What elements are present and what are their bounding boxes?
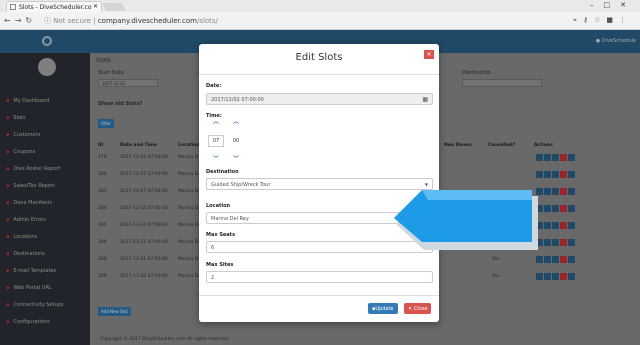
new-tab-button[interactable]	[102, 3, 126, 11]
max-sites-label: Max Sites	[206, 262, 234, 268]
max-sites-input[interactable]: 2	[206, 271, 433, 283]
destination-value: Guided Ship/Wreck Tour	[211, 182, 271, 188]
max-seats-label: Max Seats	[206, 232, 236, 238]
edit-slots-modal: Edit Slots ✕ Date: 2017/12/02 07:00:00 ▦…	[199, 44, 439, 322]
page-icon	[10, 4, 16, 10]
extension-icon[interactable]: ■	[606, 16, 619, 24]
url-host: company.divescheduler.com	[97, 17, 197, 25]
tab-title: Slots - DiveScheduler.co	[19, 4, 92, 11]
location-label: Location	[206, 203, 231, 209]
hour-up-icon[interactable]: ^	[212, 121, 220, 129]
hour-down-icon[interactable]: ^	[212, 150, 220, 158]
menu-icon[interactable]: ⋮	[619, 16, 632, 24]
date-input[interactable]: 2017/12/02 07:00:00 ▦	[206, 93, 433, 105]
chevron-down-icon: ▼	[424, 182, 428, 187]
minute-input[interactable]: 00	[228, 135, 244, 147]
tutorial-pointer-arrow-icon	[394, 190, 538, 250]
url-path: /slots/	[196, 17, 218, 25]
minute-down-icon[interactable]: ^	[232, 150, 240, 158]
location-icon[interactable]: ⌖	[573, 16, 583, 24]
browser-tab[interactable]: Slots - DiveScheduler.co ✕	[6, 1, 102, 12]
divider	[199, 295, 439, 296]
browser-toolbar-icons: ⌖⚷☆■⋮	[573, 16, 632, 25]
url-field[interactable]: ⓘ Not secure | company.divescheduler.com…	[44, 16, 218, 26]
date-label: Date:	[206, 83, 222, 89]
star-icon[interactable]: ☆	[594, 16, 606, 24]
close-tab-icon[interactable]: ✕	[93, 3, 98, 10]
divider	[199, 74, 439, 75]
address-bar: ←→↻ ⓘ Not secure | company.divescheduler…	[0, 14, 640, 29]
close-window-icon[interactable]: ✕	[620, 1, 636, 9]
update-button[interactable]: ▪Update	[368, 303, 398, 314]
nav-buttons: ←→↻	[4, 16, 36, 25]
browser-chrome: Slots - DiveScheduler.co ✕ –□✕ ←→↻ ⓘ Not…	[0, 0, 640, 30]
security-label: Not secure	[53, 17, 91, 25]
window-controls[interactable]: –□✕	[590, 1, 636, 9]
info-icon[interactable]: ⓘ	[44, 17, 51, 25]
maximize-icon[interactable]: □	[604, 1, 621, 9]
back-icon[interactable]: ←	[4, 16, 15, 25]
destination-label: Destination	[206, 169, 239, 175]
modal-title: Edit Slots	[295, 52, 343, 63]
close-icon[interactable]: ✕	[424, 50, 434, 59]
forward-icon[interactable]: →	[15, 16, 26, 25]
minimize-icon[interactable]: –	[590, 1, 604, 9]
tab-bar: Slots - DiveScheduler.co ✕ –□✕	[0, 0, 640, 12]
close-button[interactable]: ✕ Close	[404, 303, 432, 314]
time-label: Time:	[206, 113, 222, 119]
minute-up-icon[interactable]: ^	[232, 121, 240, 129]
key-icon[interactable]: ⚷	[583, 16, 594, 24]
hour-input[interactable]: 07	[208, 135, 224, 147]
calendar-icon[interactable]: ▦	[422, 96, 428, 103]
date-value: 2017/12/02 07:00:00	[211, 97, 264, 103]
reload-icon[interactable]: ↻	[25, 16, 36, 25]
